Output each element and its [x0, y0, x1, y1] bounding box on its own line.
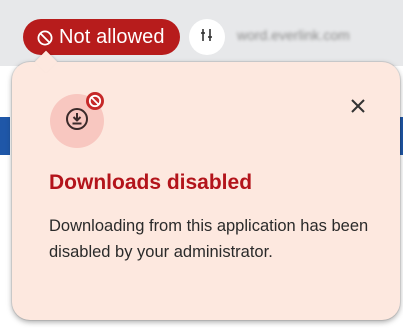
blocked-badge-icon [85, 91, 105, 111]
popup-message: Downloading from this application has be… [49, 217, 369, 261]
status-label: Not allowed [59, 25, 165, 48]
tune-icon [199, 27, 215, 48]
close-button[interactable] [342, 92, 374, 124]
url-text[interactable]: word.everlink.com [237, 27, 350, 43]
close-icon [350, 98, 366, 119]
browser-toolbar: Not allowed word.everlink.com [0, 0, 403, 66]
ban-icon [37, 29, 53, 46]
not-allowed-status-chip[interactable]: Not allowed [23, 19, 180, 55]
popup-title: Downloads disabled [49, 171, 253, 194]
site-settings-button[interactable] [189, 19, 225, 55]
page-banner-left [0, 117, 10, 155]
downloads-disabled-popup: Downloads disabled Downloading from this… [12, 50, 400, 320]
